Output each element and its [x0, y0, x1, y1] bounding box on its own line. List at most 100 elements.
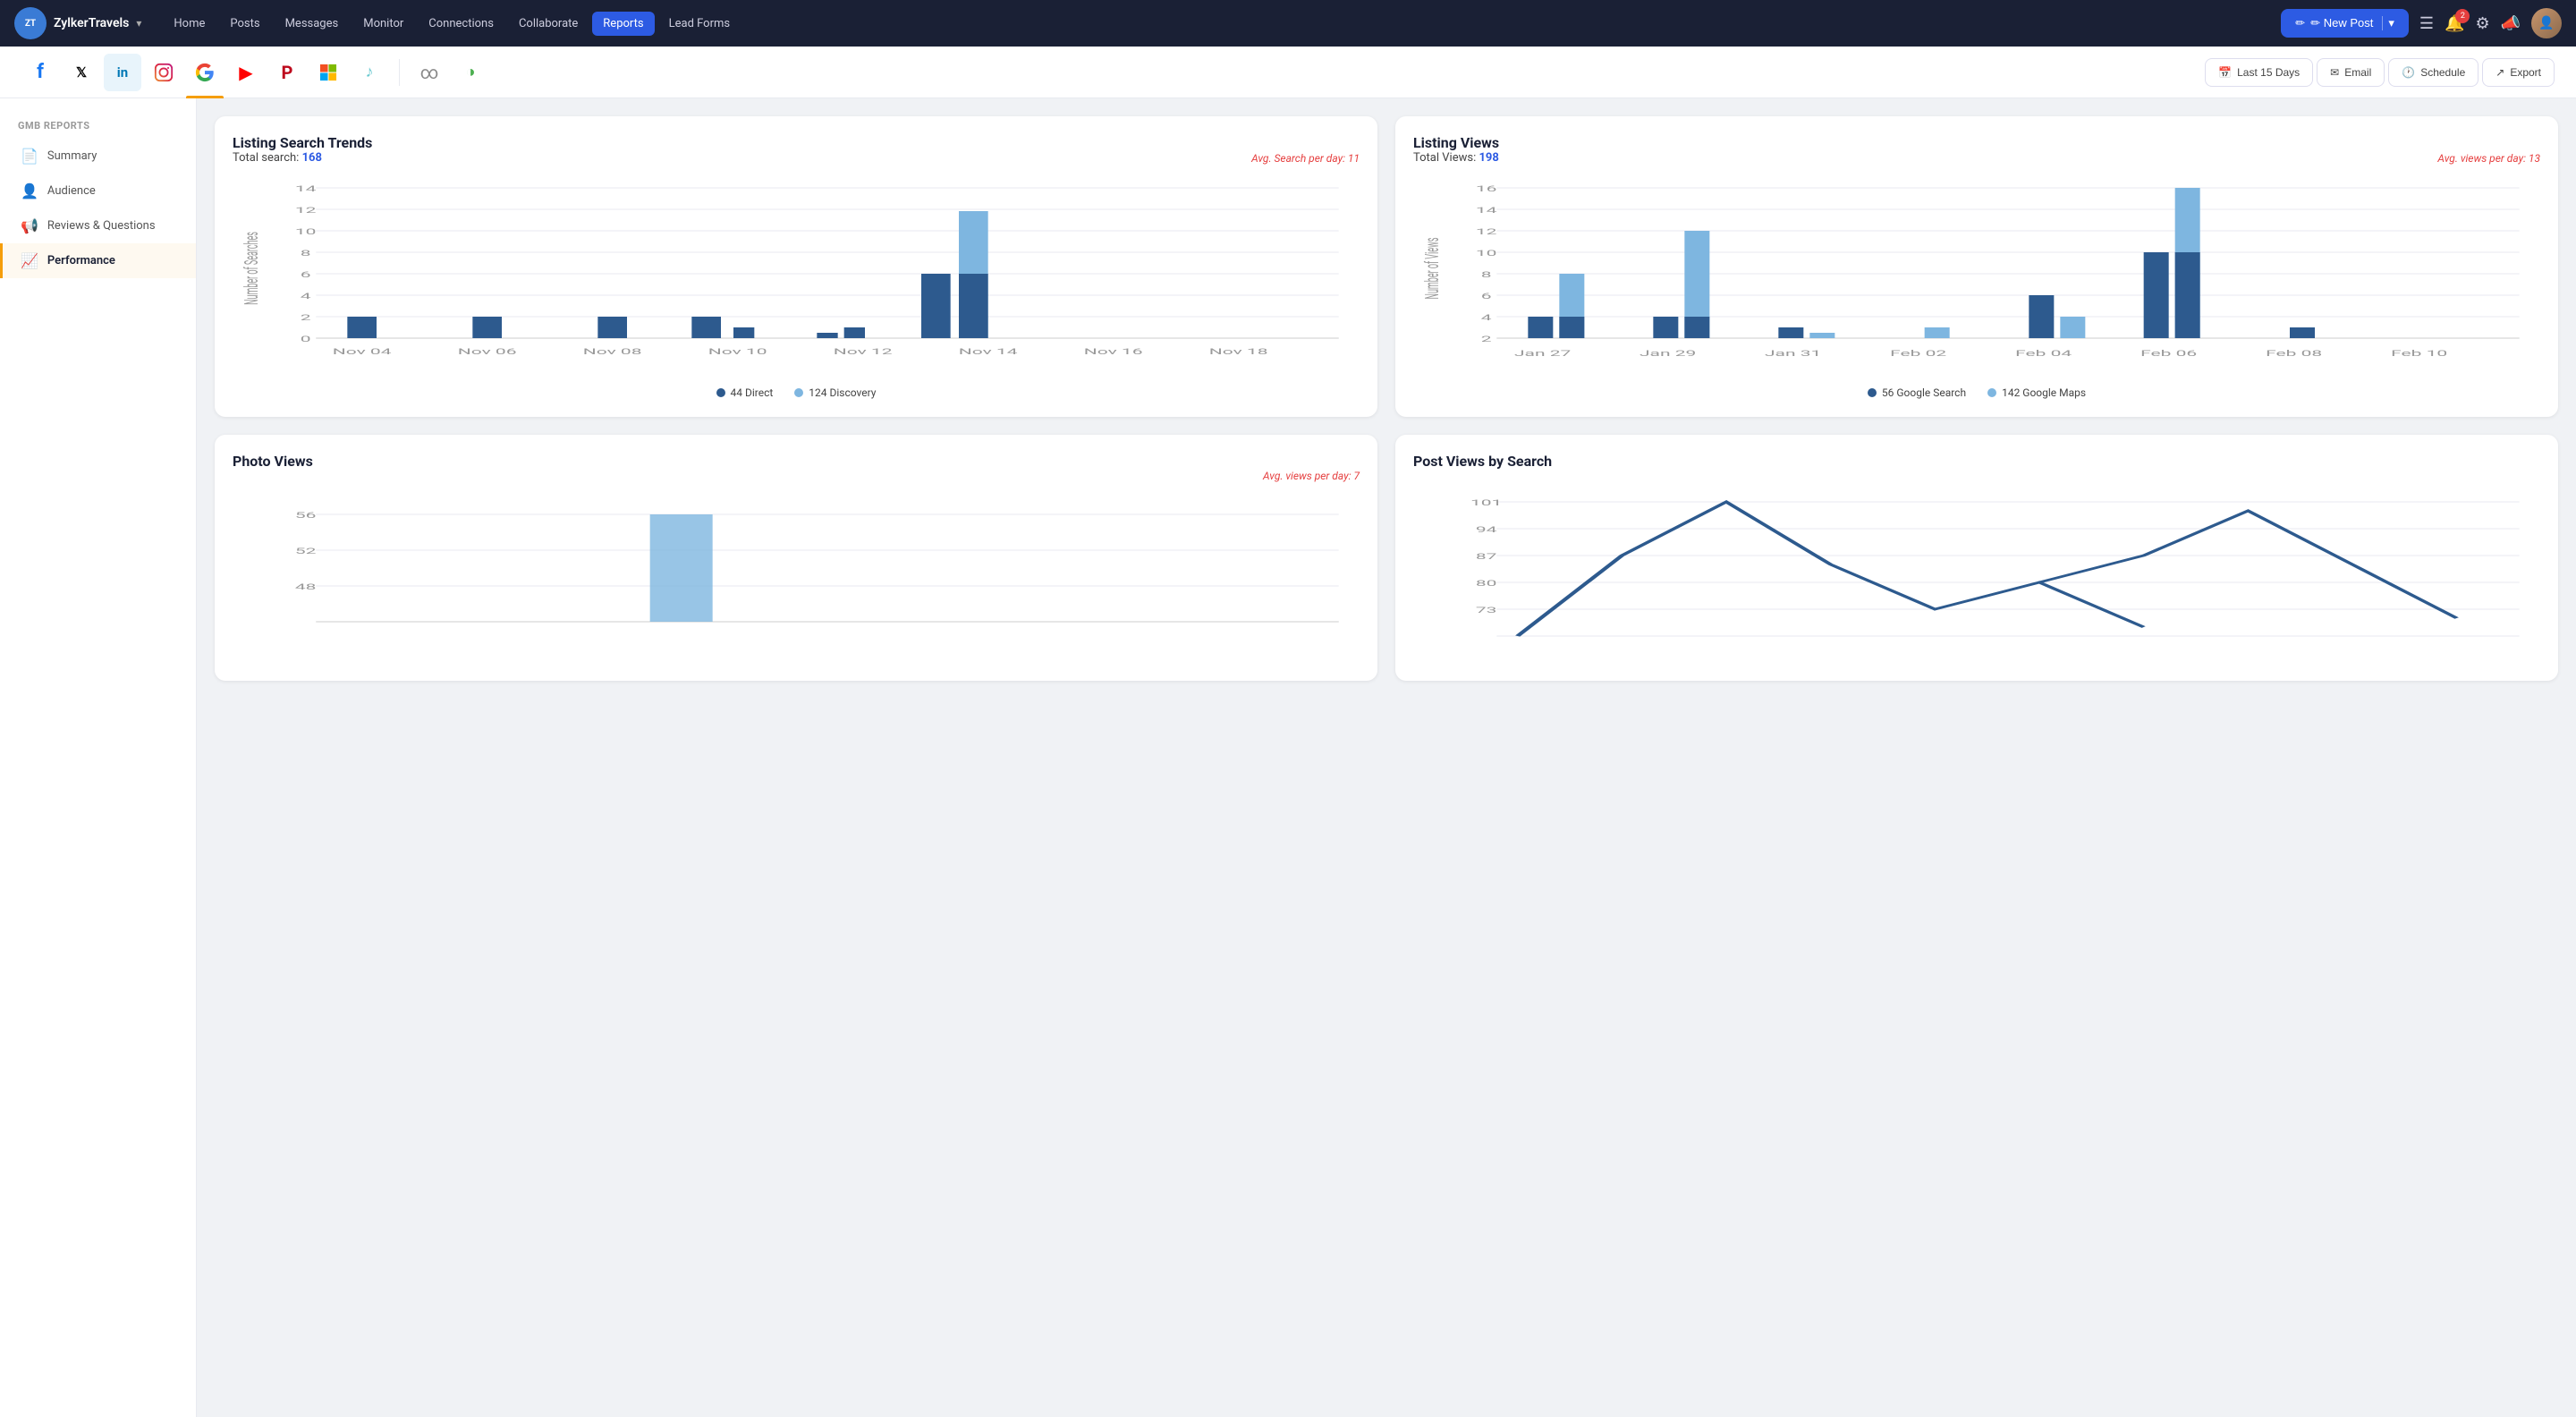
sidebar-item-audience[interactable]: 👤 Audience: [0, 174, 196, 208]
sidebar-reviews-label: Reviews & Questions: [47, 219, 156, 233]
legend-google-search-dot: [1868, 388, 1877, 397]
nav-messages[interactable]: Messages: [275, 12, 350, 36]
svg-text:Feb 06: Feb 06: [2140, 349, 2197, 359]
svg-text:14: 14: [1476, 206, 1497, 216]
photo-views-avg: Avg. views per day: 7: [1263, 470, 1360, 482]
legend-google-search: 56 Google Search: [1868, 386, 1966, 399]
svg-text:4: 4: [301, 292, 311, 301]
new-post-button[interactable]: ✏ ✏ New Post ▾: [2281, 9, 2409, 38]
svg-text:Nov 06: Nov 06: [458, 347, 517, 357]
social-divider: [399, 59, 400, 86]
calendar-icon: 📅: [2218, 66, 2232, 79]
svg-text:Nov 18: Nov 18: [1209, 347, 1268, 357]
nav-connections[interactable]: Connections: [418, 12, 504, 36]
sidebar-audience-label: Audience: [47, 184, 96, 198]
svg-text:4: 4: [1481, 313, 1492, 323]
listing-search-svg: 14 12 10 8 6 4 2 0 Number of Searches: [233, 179, 1360, 376]
sidebar-item-reviews[interactable]: 📢 Reviews & Questions: [0, 208, 196, 243]
svg-text:87: 87: [1476, 552, 1497, 562]
social-tiktok[interactable]: ♪: [351, 54, 388, 91]
social-google[interactable]: [186, 54, 224, 91]
date-range-button[interactable]: 📅 Last 15 Days: [2205, 58, 2313, 87]
listing-search-total: Total search: 168: [233, 151, 322, 165]
legend-discovery-label: 124 Discovery: [809, 386, 876, 399]
social-pinterest[interactable]: P: [268, 54, 306, 91]
reviews-icon: 📢: [21, 217, 38, 234]
nav-links: Home Posts Messages Monitor Connections …: [163, 12, 2274, 36]
photo-views-chart: 56 52 48: [233, 496, 1360, 658]
svg-text:14: 14: [295, 184, 317, 194]
bar-actions: 📅 Last 15 Days ✉ Email 🕐 Schedule ↗ Expo…: [2205, 58, 2555, 87]
social-youtube[interactable]: ▶: [227, 54, 265, 91]
listing-views-card: Listing Views Total Views: 198 Avg. view…: [1395, 116, 2558, 417]
schedule-icon: 🕐: [2402, 66, 2415, 79]
svg-text:2: 2: [301, 313, 311, 323]
social-bar: f 𝕏 in ▶: [0, 47, 2576, 98]
legend-google-maps: 142 Google Maps: [1987, 386, 2086, 399]
top-navigation: ZT ZylkerTravels ▾ Home Posts Messages M…: [0, 0, 2576, 47]
nav-monitor[interactable]: Monitor: [352, 12, 414, 36]
listing-search-chart: 14 12 10 8 6 4 2 0 Number of Searches: [233, 179, 1360, 376]
svg-text:48: 48: [295, 582, 317, 592]
svg-text:Nov 04: Nov 04: [333, 347, 392, 357]
legend-direct-dot: [716, 388, 725, 397]
date-range-label: Last 15 Days: [2237, 66, 2300, 79]
listing-search-title: Listing Search Trends: [233, 134, 1360, 151]
announcement-icon[interactable]: 📣: [2501, 14, 2521, 33]
svg-text:10: 10: [1476, 249, 1497, 259]
listing-search-legend: 44 Direct 124 Discovery: [233, 386, 1360, 399]
social-facebook[interactable]: f: [21, 54, 59, 91]
brand-name: ZylkerTravels: [54, 16, 129, 30]
social-extra-1[interactable]: ∞: [411, 54, 448, 91]
svg-text:Nov 08: Nov 08: [583, 347, 642, 357]
schedule-label: Schedule: [2420, 66, 2465, 79]
svg-text:8: 8: [1481, 270, 1492, 280]
social-twitter-x[interactable]: 𝕏: [63, 54, 100, 91]
listing-views-avg: Avg. views per day: 13: [2437, 152, 2540, 165]
post-views-card: Post Views by Search 101 94 87 80 73: [1395, 435, 2558, 681]
svg-text:16: 16: [1476, 184, 1497, 194]
menu-icon[interactable]: ☰: [2419, 14, 2434, 33]
listing-search-stats: Total search: 168 Avg. Search per day: 1…: [233, 151, 1360, 165]
email-button[interactable]: ✉ Email: [2317, 58, 2385, 87]
post-views-title: Post Views by Search: [1413, 453, 2540, 470]
sidebar-performance-label: Performance: [47, 254, 115, 267]
svg-text:Jan 31: Jan 31: [1765, 349, 1821, 359]
export-button[interactable]: ↗ Export: [2482, 58, 2555, 87]
user-avatar[interactable]: 👤: [2531, 8, 2562, 38]
listing-search-total-value: 168: [302, 151, 322, 165]
schedule-button[interactable]: 🕐 Schedule: [2388, 58, 2479, 87]
nav-collaborate[interactable]: Collaborate: [508, 12, 589, 36]
svg-text:10: 10: [295, 227, 317, 237]
legend-google-search-label: 56 Google Search: [1882, 386, 1966, 399]
svg-text:6: 6: [301, 270, 311, 280]
main-layout: GMB REPORTS 📄 Summary 👤 Audience 📢 Revie…: [0, 98, 2576, 1417]
sidebar: GMB REPORTS 📄 Summary 👤 Audience 📢 Revie…: [0, 98, 197, 1417]
svg-text:Jan 29: Jan 29: [1640, 349, 1696, 359]
social-microsoft[interactable]: [309, 54, 347, 91]
sidebar-item-summary[interactable]: 📄 Summary: [0, 139, 196, 174]
nav-reports[interactable]: Reports: [592, 12, 654, 36]
social-linkedin[interactable]: in: [104, 54, 141, 91]
svg-text:Nov 10: Nov 10: [708, 347, 767, 357]
brand[interactable]: ZT ZylkerTravels ▾: [14, 7, 141, 39]
nav-posts[interactable]: Posts: [219, 12, 270, 36]
svg-text:6: 6: [1481, 292, 1492, 301]
social-instagram[interactable]: [145, 54, 182, 91]
legend-direct: 44 Direct: [716, 386, 774, 399]
nav-home[interactable]: Home: [163, 12, 216, 36]
main-content: Listing Search Trends Total search: 168 …: [197, 98, 2576, 1417]
svg-text:Nov 14: Nov 14: [959, 347, 1018, 357]
notification-badge: 2: [2455, 9, 2470, 23]
social-extra-2[interactable]: ◑: [452, 54, 489, 91]
charts-grid: Listing Search Trends Total search: 168 …: [215, 116, 2558, 681]
svg-text:8: 8: [301, 249, 311, 259]
export-label: Export: [2510, 66, 2541, 79]
listing-views-stats: Total Views: 198 Avg. views per day: 13: [1413, 151, 2540, 165]
settings-icon[interactable]: ⚙: [2475, 14, 2489, 33]
notification-icon[interactable]: 🔔 2: [2445, 14, 2464, 33]
nav-lead-forms[interactable]: Lead Forms: [658, 12, 741, 36]
legend-direct-label: 44 Direct: [731, 386, 774, 399]
performance-icon: 📈: [21, 252, 38, 269]
sidebar-item-performance[interactable]: 📈 Performance: [0, 243, 196, 278]
